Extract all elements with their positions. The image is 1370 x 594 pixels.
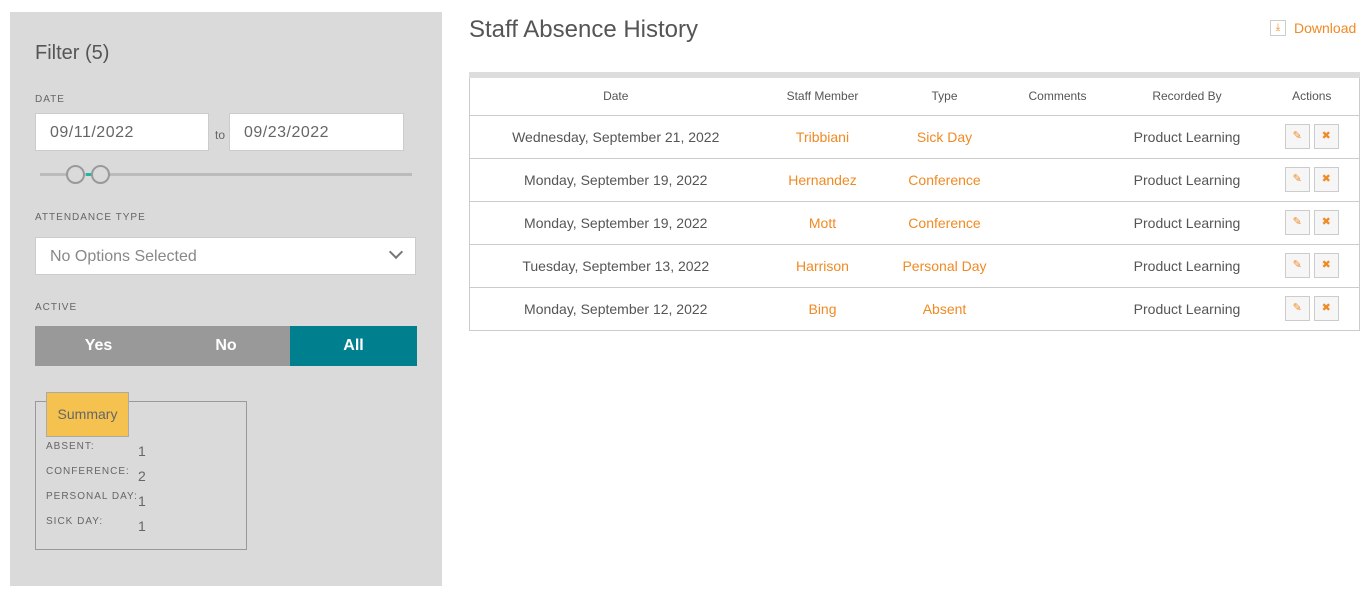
edit-pencil-icon[interactable]: ✎: [1284, 296, 1310, 321]
type-link[interactable]: Absent: [883, 287, 1006, 331]
edit-pencil-icon[interactable]: ✎: [1284, 124, 1310, 149]
edit-pencil-icon[interactable]: ✎: [1284, 210, 1310, 235]
date-cell: Wednesday, September 21, 2022: [469, 115, 762, 159]
staff-link[interactable]: Mott: [761, 201, 884, 245]
delete-x-icon[interactable]: ✖: [1313, 210, 1339, 235]
comments-cell: [1005, 287, 1110, 331]
summary-label: SICK DAY:: [46, 516, 104, 527]
date-cell: Monday, September 19, 2022: [469, 201, 762, 245]
summary-label: ABSENT:: [46, 441, 95, 452]
table-row: Monday, September 19, 2022 Mott Conferen…: [469, 201, 1360, 245]
column-header[interactable]: Staff Member: [761, 75, 884, 116]
active-yes-button[interactable]: Yes: [35, 326, 162, 366]
comments-cell: [1005, 244, 1110, 288]
recorded-by-cell: Product Learning: [1109, 158, 1265, 202]
actions-cell: ✎ ✖: [1264, 287, 1360, 331]
date-cell: Tuesday, September 13, 2022: [469, 244, 762, 288]
actions-cell: ✎ ✖: [1264, 244, 1360, 288]
date-from-input[interactable]: 09/11/2022: [35, 113, 209, 151]
slider-end-handle[interactable]: [91, 165, 110, 184]
comments-cell: [1005, 115, 1110, 159]
table-row: Monday, September 12, 2022 Bing Absent P…: [469, 287, 1360, 331]
column-header[interactable]: Comments: [1005, 75, 1110, 116]
summary-value: 1: [138, 493, 146, 509]
type-link[interactable]: Conference: [883, 158, 1006, 202]
active-label: ACTIVE: [35, 302, 78, 313]
actions-cell: ✎ ✖: [1264, 158, 1360, 202]
attendance-type-label: ATTENDANCE TYPE: [35, 212, 146, 223]
delete-x-icon[interactable]: ✖: [1313, 296, 1339, 321]
date-cell: Monday, September 12, 2022: [469, 287, 762, 331]
active-all-button[interactable]: All: [290, 326, 417, 366]
filter-panel: Filter (5) DATE 09/11/2022 to 09/23/2022…: [10, 12, 442, 586]
table-row: Tuesday, September 13, 2022 Harrison Per…: [469, 244, 1360, 288]
delete-x-icon[interactable]: ✖: [1313, 253, 1339, 278]
slider-start-handle[interactable]: [66, 165, 85, 184]
staff-link[interactable]: Bing: [761, 287, 884, 331]
recorded-by-cell: Product Learning: [1109, 115, 1265, 159]
comments-cell: [1005, 158, 1110, 202]
download-link[interactable]: ⤓ Download: [1270, 20, 1356, 36]
type-link[interactable]: Personal Day: [883, 244, 1006, 288]
staff-link[interactable]: Hernandez: [761, 158, 884, 202]
column-header[interactable]: Type: [883, 75, 1006, 116]
to-label: to: [215, 128, 226, 142]
actions-cell: ✎ ✖: [1264, 201, 1360, 245]
chevron-down-icon: [388, 244, 404, 260]
absence-table: Date Staff Member Type Comments Recorded…: [469, 72, 1360, 331]
download-label: Download: [1294, 20, 1357, 36]
type-link[interactable]: Sick Day: [883, 115, 1006, 159]
date-label: DATE: [35, 94, 65, 105]
table-row: Wednesday, September 21, 2022 Tribbiani …: [469, 115, 1360, 159]
summary-value: 2: [138, 468, 146, 484]
staff-link[interactable]: Harrison: [761, 244, 884, 288]
attendance-type-value: No Options Selected: [50, 248, 197, 265]
edit-pencil-icon[interactable]: ✎: [1284, 253, 1310, 278]
filter-title: Filter (5): [35, 42, 110, 64]
type-link[interactable]: Conference: [883, 201, 1006, 245]
comments-cell: [1005, 201, 1110, 245]
recorded-by-cell: Product Learning: [1109, 244, 1265, 288]
attendance-type-select[interactable]: No Options Selected: [35, 237, 416, 275]
delete-x-icon[interactable]: ✖: [1313, 124, 1339, 149]
column-header: Actions: [1264, 75, 1360, 116]
summary-value: 1: [138, 518, 146, 534]
edit-pencil-icon[interactable]: ✎: [1284, 167, 1310, 192]
delete-x-icon[interactable]: ✖: [1313, 167, 1339, 192]
recorded-by-cell: Product Learning: [1109, 287, 1265, 331]
column-header[interactable]: Date: [469, 75, 762, 116]
column-header[interactable]: Recorded By: [1109, 75, 1265, 116]
table-row: Monday, September 19, 2022 Hernandez Con…: [469, 158, 1360, 202]
date-to-input[interactable]: 09/23/2022: [229, 113, 404, 151]
download-icon: ⤓: [1270, 20, 1286, 36]
recorded-by-cell: Product Learning: [1109, 201, 1265, 245]
summary-label: CONFERENCE:: [46, 466, 130, 477]
summary-value: 1: [138, 443, 146, 459]
active-no-button[interactable]: No: [162, 326, 290, 366]
summary-tab: Summary: [46, 392, 129, 437]
actions-cell: ✎ ✖: [1264, 115, 1360, 159]
date-cell: Monday, September 19, 2022: [469, 158, 762, 202]
page-title: Staff Absence History: [469, 16, 699, 43]
summary-label: PERSONAL DAY:: [46, 491, 138, 502]
staff-link[interactable]: Tribbiani: [761, 115, 884, 159]
